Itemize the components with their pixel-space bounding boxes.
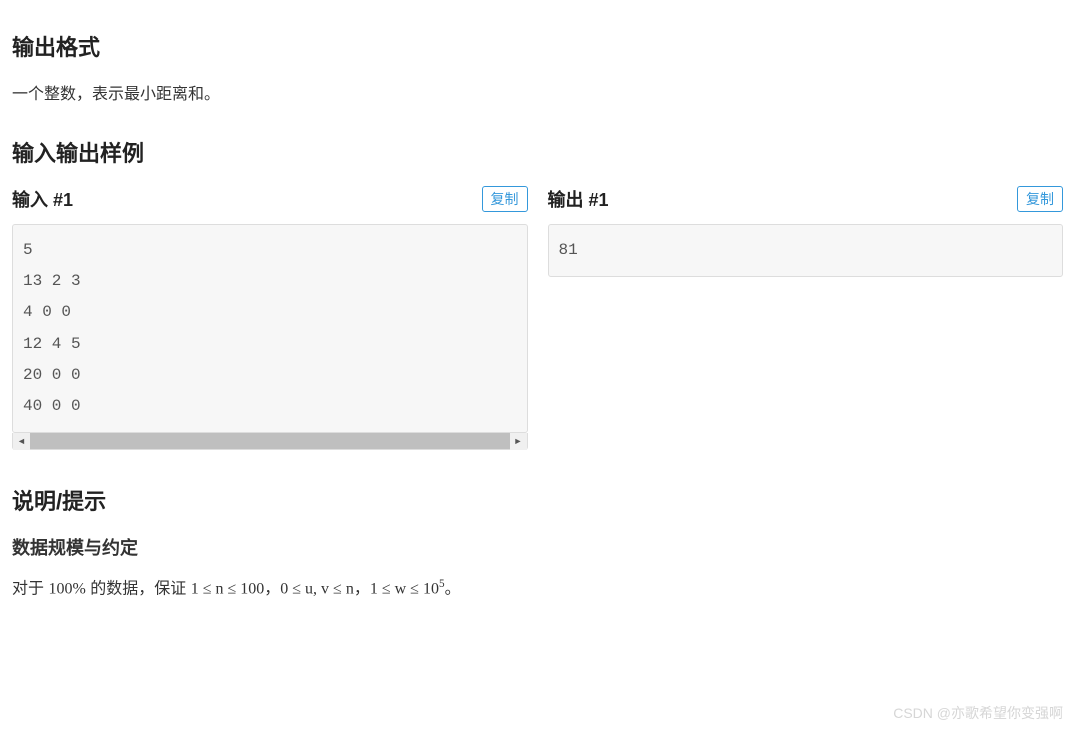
notes-heading: 说明/提示 xyxy=(12,484,1063,516)
input-code-wrap: 5 13 2 3 4 0 0 12 4 5 20 0 0 40 0 0 ◄ ► xyxy=(12,224,528,450)
output-sample-header: 输出 #1 复制 xyxy=(548,186,1064,212)
output-code-block[interactable]: 81 xyxy=(548,224,1064,277)
output-format-body: 一个整数，表示最小距离和。 xyxy=(12,80,1063,104)
input-code-text: 5 13 2 3 4 0 0 12 4 5 20 0 0 40 0 0 xyxy=(23,235,517,422)
scroll-left-arrow[interactable]: ◄ xyxy=(13,433,30,450)
samples-container: 输入 #1 复制 5 13 2 3 4 0 0 12 4 5 20 0 0 40… xyxy=(12,186,1063,450)
output-format-heading: 输出格式 xyxy=(12,30,1063,62)
copy-input-button[interactable]: 复制 xyxy=(482,186,528,212)
sep2: ， xyxy=(354,580,370,597)
samples-heading: 输入输出样例 xyxy=(12,136,1063,168)
input-label: 输入 #1 xyxy=(12,186,73,212)
copy-output-button[interactable]: 复制 xyxy=(1017,186,1063,212)
scroll-right-arrow[interactable]: ► xyxy=(510,433,527,450)
constraint-prefix: 对于 xyxy=(12,580,48,597)
sep1: ， xyxy=(264,580,280,597)
data-scale-subheading: 数据规模与约定 xyxy=(12,534,1063,560)
input-sample-header: 输入 #1 复制 xyxy=(12,186,528,212)
constraint-c2: 0 ≤ u, v ≤ n xyxy=(280,580,354,597)
horizontal-scrollbar[interactable]: ◄ ► xyxy=(12,433,528,450)
watermark: CSDN @亦歌希望你变强啊 xyxy=(893,703,1063,723)
input-sample-column: 输入 #1 复制 5 13 2 3 4 0 0 12 4 5 20 0 0 40… xyxy=(12,186,528,450)
constraint-c1: 1 ≤ n ≤ 100 xyxy=(191,580,265,597)
constraint-text: 对于 100% 的数据，保证 1 ≤ n ≤ 100，0 ≤ u, v ≤ n，… xyxy=(12,576,1063,602)
constraint-end: 。 xyxy=(445,580,461,597)
constraint-pct: 100% xyxy=(48,580,85,597)
input-code-block[interactable]: 5 13 2 3 4 0 0 12 4 5 20 0 0 40 0 0 xyxy=(12,224,528,433)
constraint-c3a: 1 ≤ w ≤ 10 xyxy=(370,580,439,597)
output-code-text: 81 xyxy=(559,235,1053,266)
output-label: 输出 #1 xyxy=(548,186,609,212)
constraint-mid1: 的数据，保证 xyxy=(86,580,191,597)
output-sample-column: 输出 #1 复制 81 xyxy=(548,186,1064,450)
